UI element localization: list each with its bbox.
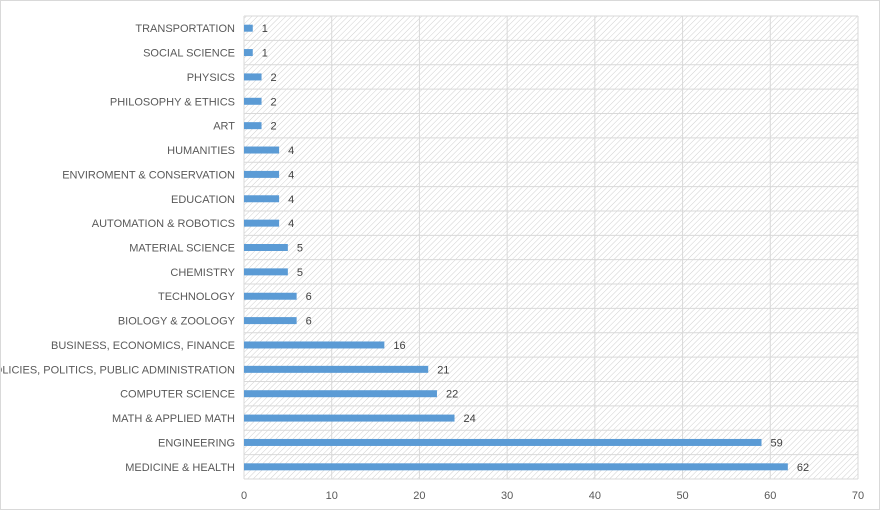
x-axis-ticks: 0 10 20 30 40 50 60 70 (241, 490, 864, 502)
data-label: 62 (797, 462, 809, 474)
bar[interactable] (244, 24, 253, 32)
category-label: BUSINESS, ECONOMICS, FINANCE (51, 340, 235, 352)
x-tick-label: 40 (589, 490, 601, 502)
data-label: 6 (306, 291, 312, 303)
data-label: 24 (464, 413, 476, 425)
category-label: AUTOMATION & ROBOTICS (92, 218, 235, 230)
category-label: ART (213, 121, 235, 133)
category-label: SOCIAL SCIENCE (143, 48, 235, 60)
bar[interactable] (244, 438, 762, 446)
data-label: 2 (271, 72, 277, 84)
x-tick-label: 50 (676, 490, 688, 502)
data-label: 1 (262, 23, 268, 35)
category-labels: MEDICINE & HEALTH ENGINEERING MATH & APPLI… (1, 23, 236, 474)
data-label: 16 (393, 340, 405, 352)
data-label: 21 (437, 364, 449, 376)
category-label: BIOLOGY & ZOOLOGY (118, 316, 236, 328)
plot-area (244, 16, 858, 479)
x-tick-label: 10 (326, 490, 338, 502)
data-label: 6 (306, 316, 312, 328)
bar[interactable] (244, 365, 429, 373)
data-label: 1 (262, 48, 268, 60)
category-label: MEDICINE & HEALTH (125, 462, 235, 474)
category-label: POLICIES, POLITICS, PUBLIC ADMINISTRATIO… (1, 364, 235, 376)
data-label: 2 (271, 96, 277, 108)
bar[interactable] (244, 341, 385, 349)
bar[interactable] (244, 390, 437, 398)
bar[interactable] (244, 219, 280, 227)
bar[interactable] (244, 73, 262, 81)
data-label: 5 (297, 267, 303, 279)
bar[interactable] (244, 244, 288, 251)
data-label: 4 (288, 194, 294, 206)
x-tick-label: 0 (241, 490, 247, 502)
bar[interactable] (244, 146, 280, 154)
x-tick-label: 20 (413, 490, 425, 502)
data-label: 59 (771, 437, 783, 449)
category-label: PHYSICS (187, 72, 235, 84)
bar-chart: MEDICINE & HEALTH ENGINEERING MATH & APPLI… (1, 15, 864, 502)
bar[interactable] (244, 195, 280, 203)
data-label: 5 (297, 243, 303, 255)
bar[interactable] (244, 414, 455, 422)
category-label: MATERIAL SCIENCE (129, 243, 235, 255)
bar[interactable] (244, 463, 788, 471)
chart-frame: MEDICINE & HEALTH ENGINEERING MATH & APPLI… (0, 0, 880, 510)
data-label: 2 (271, 121, 277, 133)
bar[interactable] (244, 97, 262, 105)
bar[interactable] (244, 49, 253, 57)
x-tick-label: 70 (852, 490, 864, 502)
category-label: ENGINEERING (158, 437, 235, 449)
bar[interactable] (244, 170, 280, 178)
category-label: ENVIROMENT & CONSERVATION (62, 169, 235, 181)
data-label: 4 (288, 169, 294, 181)
category-label: PHILOSOPHY & ETHICS (110, 96, 235, 108)
data-label: 22 (446, 389, 458, 401)
category-label: COMPUTER SCIENCE (120, 389, 235, 401)
category-label: TECHNOLOGY (158, 291, 236, 303)
category-label: EDUCATION (171, 194, 235, 206)
x-tick-label: 30 (501, 490, 513, 502)
x-tick-label: 60 (764, 490, 776, 502)
category-label: MATH & APPLIED MATH (112, 413, 235, 425)
bar[interactable] (244, 122, 262, 130)
bar[interactable] (244, 292, 297, 300)
category-label: CHEMISTRY (170, 267, 235, 279)
data-label: 4 (288, 218, 294, 230)
category-label: HUMANITIES (167, 145, 235, 157)
bar[interactable] (244, 268, 288, 276)
bar[interactable] (244, 317, 297, 325)
category-label: TRANSPORTATION (135, 23, 235, 35)
data-label: 4 (288, 145, 294, 157)
